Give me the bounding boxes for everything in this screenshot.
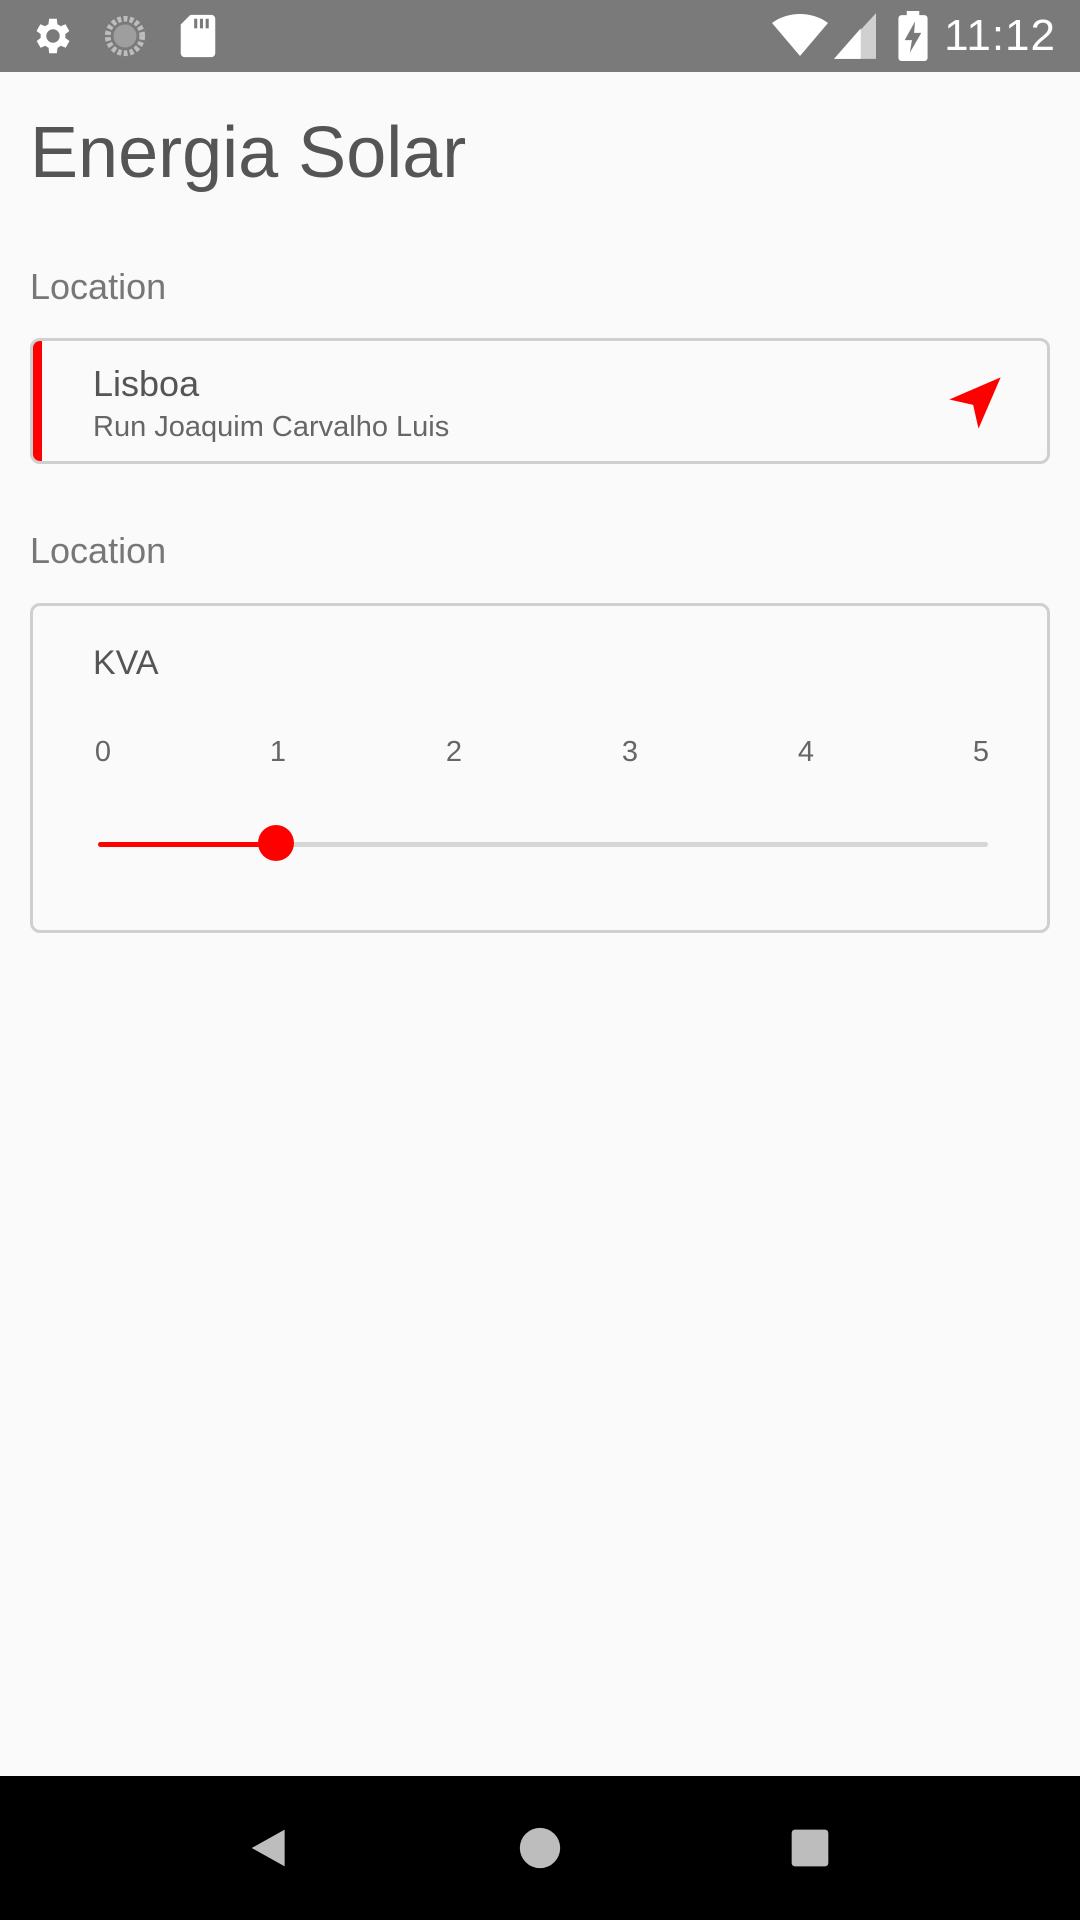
kva-slider-track[interactable] bbox=[98, 842, 988, 847]
kva-slider-thumb[interactable] bbox=[258, 825, 294, 861]
location-card[interactable]: Lisboa Run Joaquim Carvalho Luis bbox=[30, 338, 1050, 464]
back-icon[interactable] bbox=[234, 1812, 306, 1884]
slider-tick-label: 5 bbox=[972, 736, 990, 768]
gear-icon bbox=[30, 0, 76, 72]
location-accent-bar bbox=[33, 341, 42, 461]
battery-charging-icon bbox=[898, 0, 928, 72]
clock-time: 11:12 bbox=[944, 11, 1056, 60]
kva-slider-fill bbox=[98, 842, 276, 847]
location-section-label: Location bbox=[30, 266, 167, 307]
location-street: Run Joaquim Carvalho Luis bbox=[93, 411, 450, 443]
navigation-arrow-icon[interactable] bbox=[947, 375, 1003, 431]
location-city: Lisboa bbox=[93, 363, 200, 404]
loading-icon bbox=[102, 0, 148, 72]
kva-section-label: Location bbox=[30, 530, 167, 571]
kva-card: KVA 0 1 2 3 4 5 bbox=[30, 603, 1050, 933]
slider-tick-label: 2 bbox=[445, 736, 463, 768]
recents-icon[interactable] bbox=[774, 1812, 846, 1884]
page-title: Energia Solar bbox=[30, 113, 467, 193]
slider-tick-label: 4 bbox=[797, 736, 815, 768]
sd-card-icon bbox=[178, 0, 218, 72]
system-nav-bar bbox=[0, 1776, 1080, 1920]
slider-tick-label: 1 bbox=[269, 736, 287, 768]
slider-tick-label: 3 bbox=[621, 736, 639, 768]
home-icon[interactable] bbox=[504, 1812, 576, 1884]
status-bar: 11:12 bbox=[0, 0, 1080, 72]
kva-title: KVA bbox=[93, 644, 159, 682]
slider-tick-label: 0 bbox=[94, 736, 112, 768]
cell-signal-icon bbox=[834, 0, 876, 72]
wifi-icon bbox=[772, 0, 828, 72]
